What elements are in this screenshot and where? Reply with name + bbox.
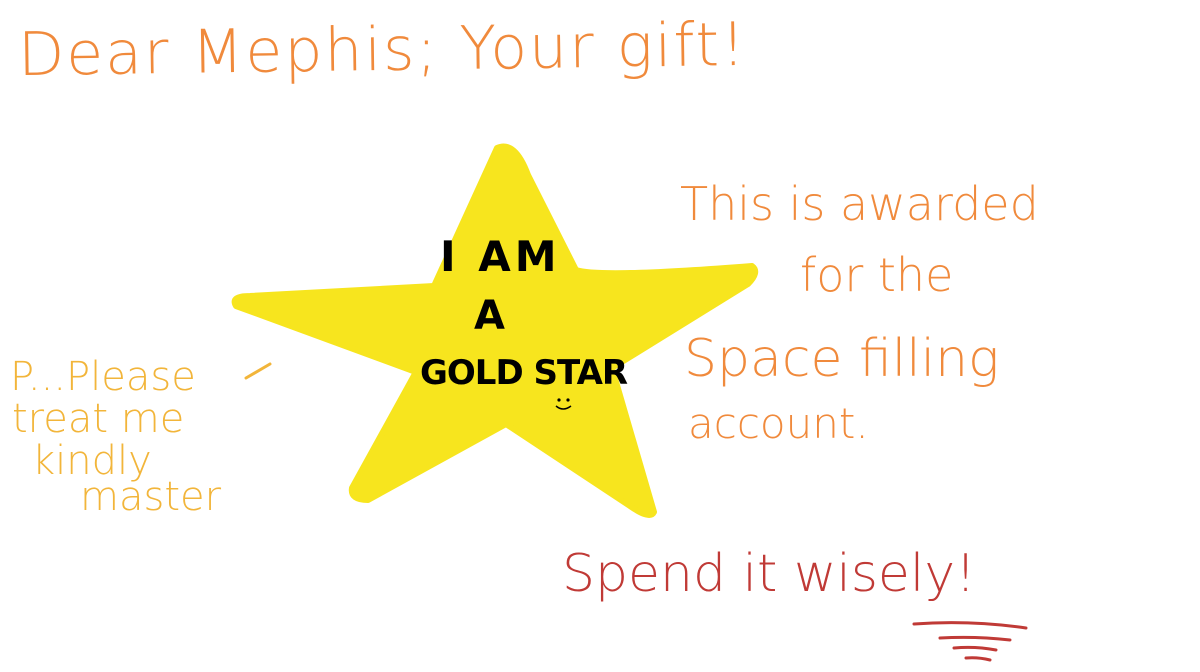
star-text-line-1: I AM — [440, 232, 561, 281]
wisely-underline-marks — [912, 621, 1028, 662]
spend-message: Spend it wisely! — [562, 544, 976, 604]
plea-line-1: P...Please — [10, 354, 196, 400]
award-message: This is awarded for the Space filling ac… — [680, 178, 1039, 448]
award-line-2: for the — [800, 247, 954, 302]
plea-line-2: treat me — [12, 396, 185, 442]
drawing-canvas: Dear Mephis; Your gift! I AM A GOLD STAR… — [0, 0, 1200, 672]
star-text-line-3: GOLD STAR — [420, 353, 628, 393]
star-text-line-2: A — [474, 293, 505, 339]
award-line-4: account. — [688, 398, 869, 448]
award-line-1: This is awarded — [680, 177, 1039, 231]
plea-dash-mark — [244, 362, 272, 380]
plea-line-4: master — [80, 474, 222, 520]
plea-message: P...Please treat me kindly master — [10, 356, 221, 518]
award-line-3: Space filling — [684, 328, 1000, 389]
